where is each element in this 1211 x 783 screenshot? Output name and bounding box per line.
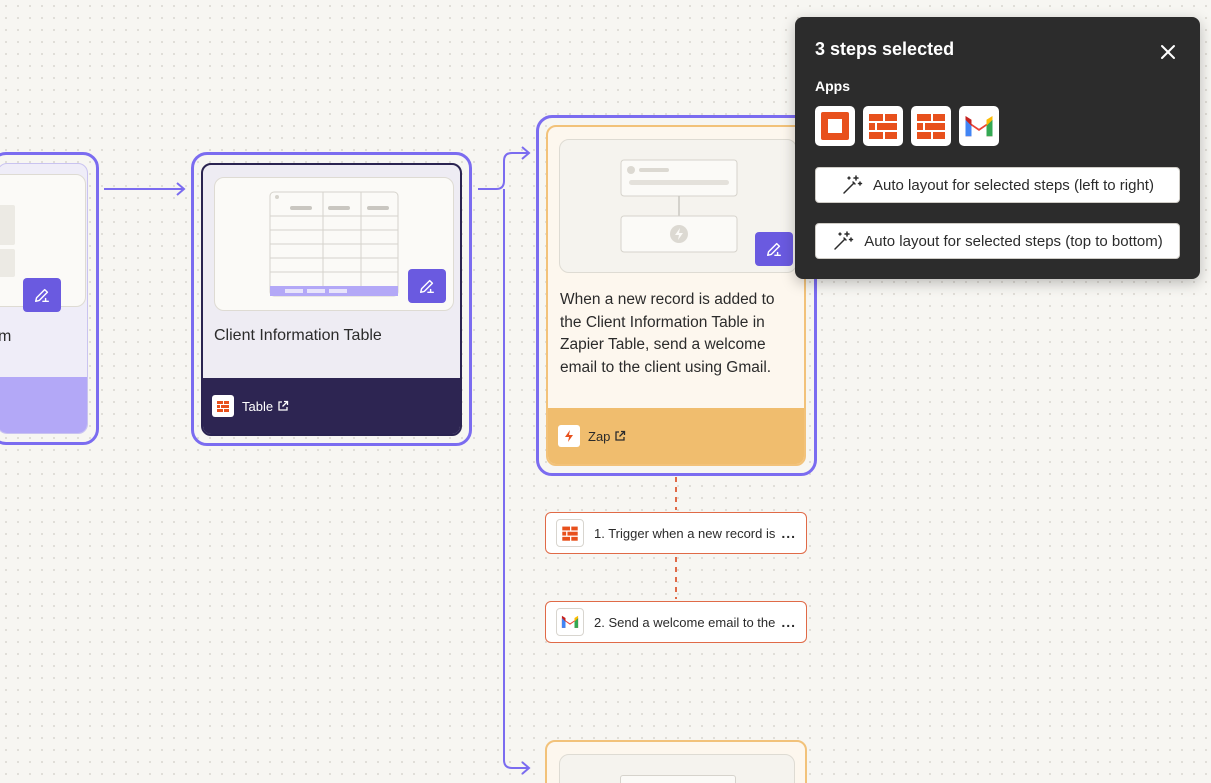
zap-link-label[interactable]: Zap [588,429,610,444]
edit-button[interactable] [755,232,793,266]
apps-label: Apps [815,78,850,94]
zapier-tables-icon [212,395,234,417]
zapier-interfaces-icon [821,112,849,140]
edit-pencil-icon [766,242,782,257]
magic-wand-icon [843,175,863,194]
gmail-icon [965,115,993,136]
edit-pencil-icon [34,288,50,303]
zap-card-footer: Zap [548,408,804,464]
zap-card-body: When a new record is added to the Client… [546,125,806,466]
auto-layout-left-to-right-button[interactable]: Auto layout for selected steps (left to … [815,167,1180,203]
table-card-body: Client Information Table Table [201,163,462,436]
step-send-welcome-email[interactable]: 2. Send a welcome email to the ... [545,601,807,643]
app-tile-tables[interactable] [911,106,951,146]
magic-wand-icon [834,231,854,250]
next-zap-card[interactable] [545,740,807,783]
zapier-tables-icon [869,114,897,139]
panel-title: 3 steps selected [815,39,955,59]
close-button[interactable] [1157,41,1179,63]
zap-description: When a new record is added to the Client… [560,291,775,376]
app-tile-gmail[interactable] [959,106,999,146]
gmail-icon [556,608,584,636]
step-label: 1. Trigger when a new record is [594,525,776,541]
previous-step-card[interactable]: m [0,152,99,445]
table-card-footer: Table [203,378,460,434]
auto-layout-top-to-bottom-button[interactable]: Auto layout for selected steps (top to b… [815,223,1180,259]
zapier-tables-icon [917,114,945,139]
previous-step-card-body: m [0,163,88,434]
external-link-icon[interactable] [277,400,289,412]
edit-button[interactable] [23,278,61,312]
auto-layout-left-to-right-label: Auto layout for selected steps (left to … [873,176,1154,194]
table-link-label[interactable]: Table [242,399,273,414]
zapier-tables-icon [556,519,584,547]
edit-pencil-icon [419,279,435,294]
next-zap-preview [559,754,795,783]
more-options-icon[interactable]: ... [781,614,796,630]
previous-step-title: m [0,328,11,346]
app-tile-interfaces[interactable] [815,106,855,146]
more-options-icon[interactable]: ... [781,525,796,541]
selection-panel: 3 steps selected Apps Auto layout for se… [795,17,1200,279]
step-label: 2. Send a welcome email to the [594,614,776,630]
edit-button[interactable] [408,269,446,303]
client-information-table-card[interactable]: Client Information Table Table [191,152,472,446]
step-trigger-new-record[interactable]: 1. Trigger when a new record is ... [545,512,807,554]
table-card-title: Client Information Table [214,327,382,344]
previous-step-footer [0,377,87,433]
zap-bolt-icon [558,425,580,447]
auto-layout-top-to-bottom-label: Auto layout for selected steps (top to b… [864,232,1163,250]
app-tile-tables[interactable] [863,106,903,146]
external-link-icon[interactable] [614,430,626,442]
zap-card[interactable]: When a new record is added to the Client… [536,115,817,476]
close-icon [1161,45,1175,59]
